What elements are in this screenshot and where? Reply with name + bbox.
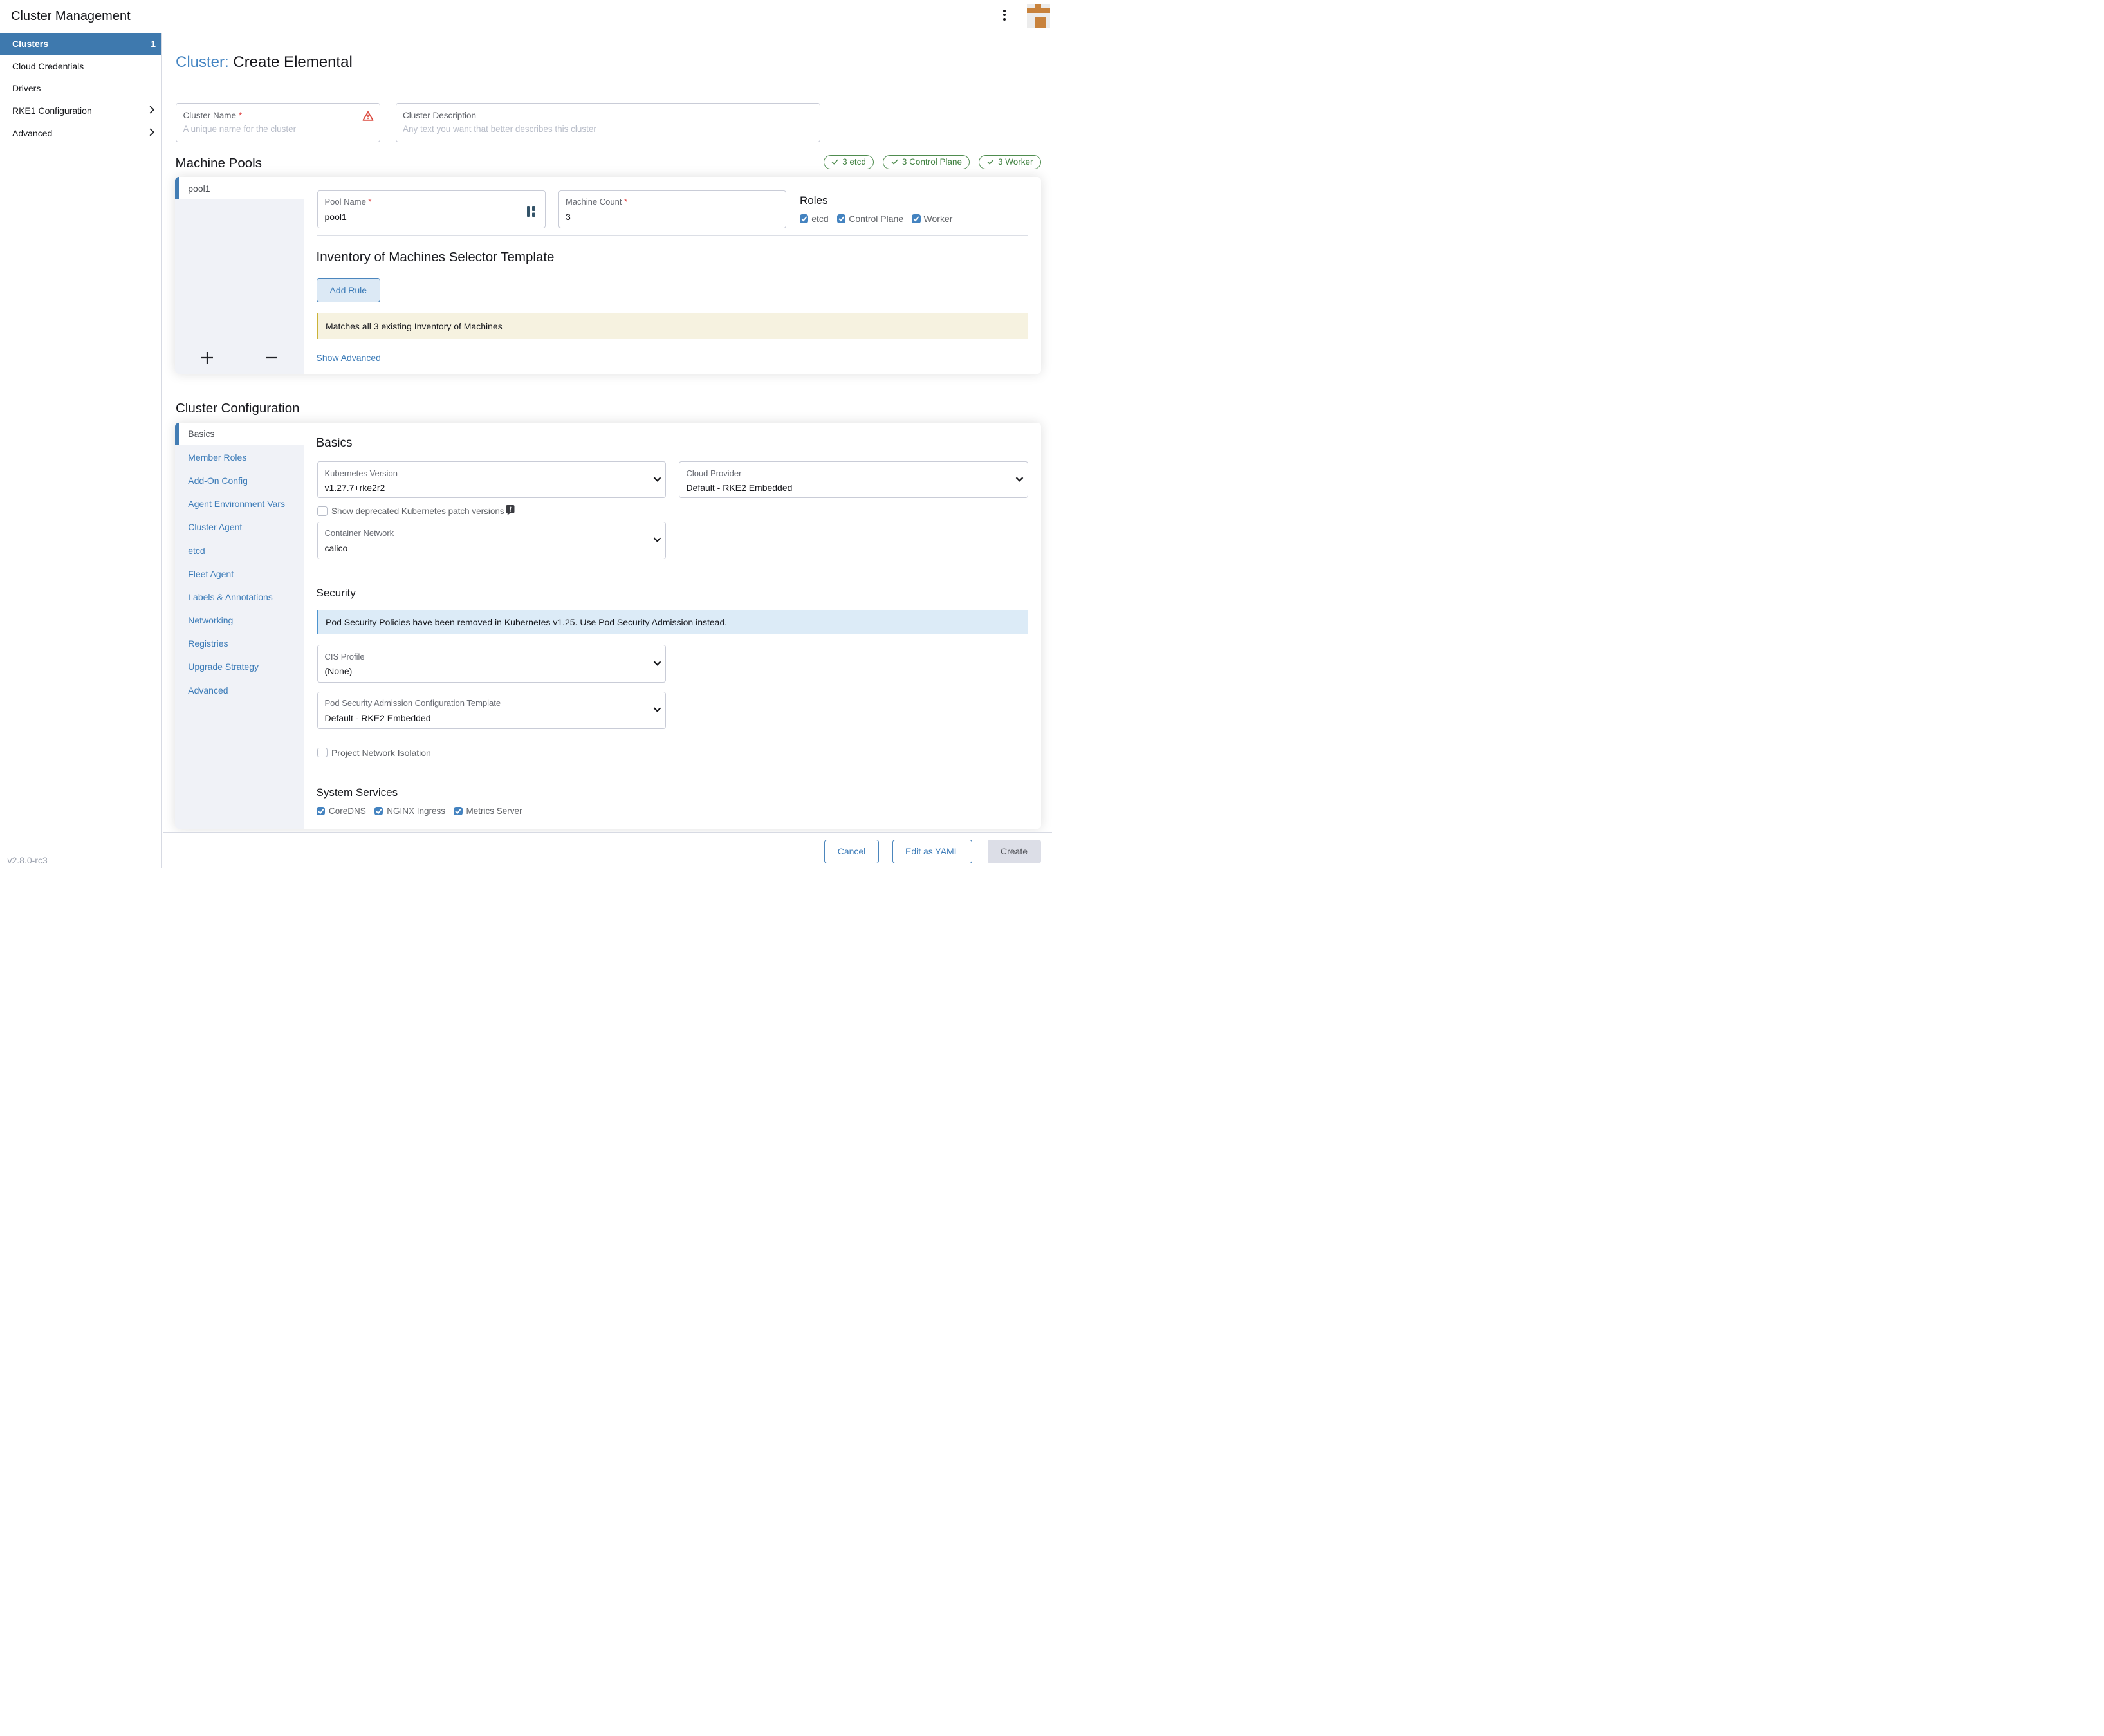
svg-text:i: i [510,506,512,513]
